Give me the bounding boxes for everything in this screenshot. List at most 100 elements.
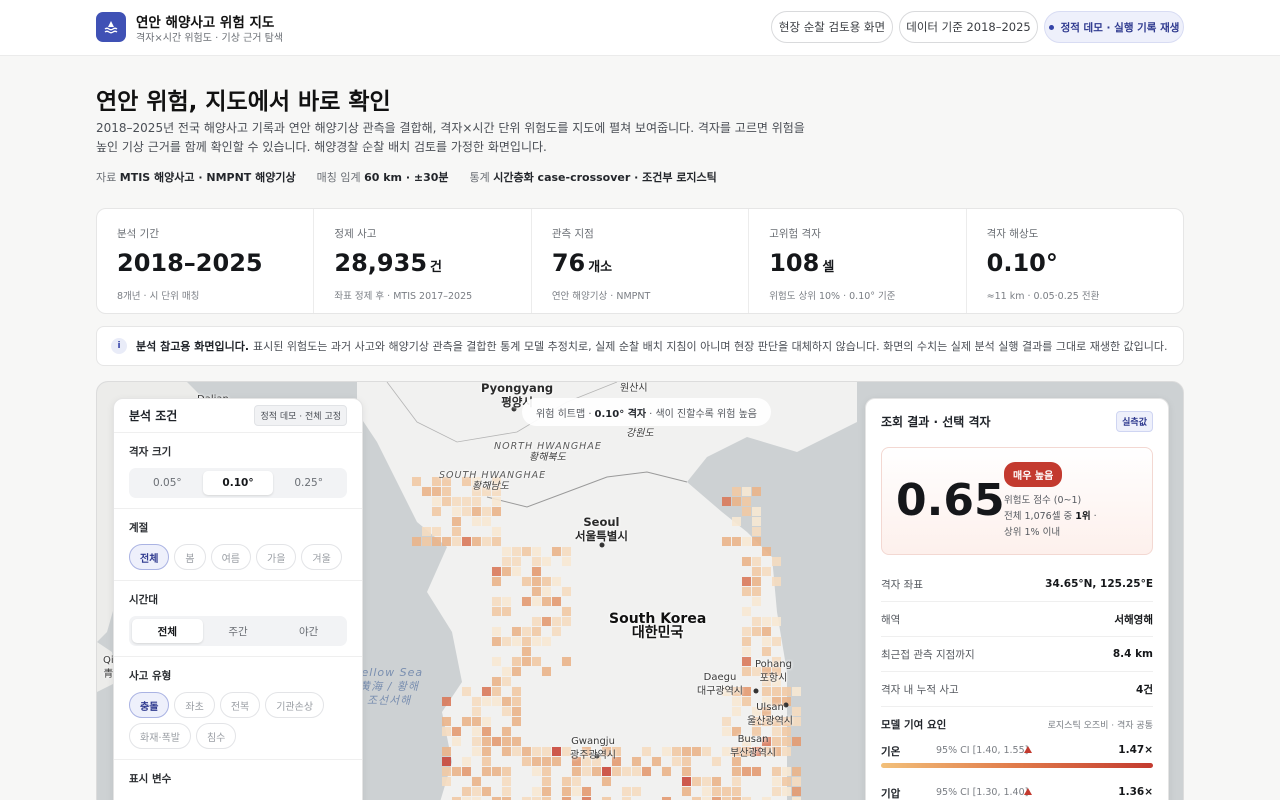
heat-cell[interactable] bbox=[502, 567, 511, 576]
heat-cell[interactable] bbox=[492, 687, 501, 696]
heat-cell[interactable] bbox=[562, 777, 571, 786]
heat-cell[interactable] bbox=[752, 487, 761, 496]
heat-cell[interactable] bbox=[682, 767, 691, 776]
heat-cell[interactable] bbox=[522, 637, 531, 646]
heat-cell[interactable] bbox=[522, 757, 531, 766]
grid-size-option-selected[interactable]: 0.10° bbox=[202, 471, 274, 495]
season-chip-selected[interactable]: 전체 bbox=[129, 544, 170, 570]
heat-cell[interactable] bbox=[532, 637, 541, 646]
heat-cell[interactable] bbox=[792, 767, 801, 776]
heat-cell[interactable] bbox=[632, 767, 641, 776]
heat-cell[interactable] bbox=[752, 557, 761, 566]
heat-cell[interactable] bbox=[532, 767, 541, 776]
heat-cell[interactable] bbox=[502, 607, 511, 616]
heat-cell[interactable] bbox=[772, 637, 781, 646]
grid-size-option[interactable]: 0.25° bbox=[273, 471, 344, 495]
heat-cell[interactable] bbox=[532, 587, 541, 596]
heat-cell[interactable] bbox=[552, 627, 561, 636]
heat-cell[interactable] bbox=[752, 567, 761, 576]
heat-cell[interactable] bbox=[532, 657, 541, 666]
heat-cell[interactable] bbox=[532, 627, 541, 636]
heat-cell[interactable] bbox=[722, 717, 731, 726]
heat-cell[interactable] bbox=[462, 757, 471, 766]
heat-cell[interactable] bbox=[702, 747, 711, 756]
heat-cell[interactable] bbox=[792, 707, 801, 716]
heat-cell[interactable] bbox=[712, 777, 721, 786]
heat-cell[interactable] bbox=[492, 677, 501, 686]
heat-cell[interactable] bbox=[482, 737, 491, 746]
heat-cell[interactable] bbox=[622, 767, 631, 776]
heat-cell[interactable] bbox=[522, 747, 531, 756]
heat-cell[interactable] bbox=[612, 767, 621, 776]
season-chip[interactable]: 가을 bbox=[256, 544, 297, 570]
heat-cell[interactable] bbox=[472, 787, 481, 796]
heat-cell[interactable] bbox=[712, 757, 721, 766]
heat-cell[interactable] bbox=[532, 557, 541, 566]
heat-cell[interactable] bbox=[512, 567, 521, 576]
heat-cell[interactable] bbox=[482, 787, 491, 796]
heat-cell[interactable] bbox=[492, 637, 501, 646]
heat-cell[interactable] bbox=[472, 737, 481, 746]
heat-cell[interactable] bbox=[782, 747, 791, 756]
heat-cell[interactable] bbox=[522, 657, 531, 666]
heat-cell[interactable] bbox=[532, 577, 541, 586]
heat-cell[interactable] bbox=[432, 497, 441, 506]
heat-cell[interactable] bbox=[752, 617, 761, 626]
heat-cell[interactable] bbox=[512, 747, 521, 756]
heat-cell[interactable] bbox=[562, 547, 571, 556]
heat-cell[interactable] bbox=[742, 577, 751, 586]
heat-cell[interactable] bbox=[792, 687, 801, 696]
heat-cell[interactable] bbox=[452, 517, 461, 526]
heat-cell[interactable] bbox=[452, 497, 461, 506]
heat-cell[interactable] bbox=[562, 617, 571, 626]
heat-cell[interactable] bbox=[492, 577, 501, 586]
heat-cell[interactable] bbox=[552, 747, 561, 756]
heat-cell[interactable] bbox=[562, 557, 571, 566]
heat-cell[interactable] bbox=[502, 697, 511, 706]
heat-cell[interactable] bbox=[452, 537, 461, 546]
heat-cell[interactable] bbox=[662, 747, 671, 756]
heat-cell[interactable] bbox=[492, 537, 501, 546]
heat-cell[interactable] bbox=[482, 717, 491, 726]
heat-cell[interactable] bbox=[702, 777, 711, 786]
heat-cell[interactable] bbox=[502, 737, 511, 746]
accident-type-chip[interactable]: 전복 bbox=[219, 692, 261, 718]
heat-cell[interactable] bbox=[432, 527, 441, 536]
heat-cell[interactable] bbox=[752, 577, 761, 586]
heat-cell[interactable] bbox=[532, 597, 541, 606]
heat-cell[interactable] bbox=[772, 767, 781, 776]
heat-cell[interactable] bbox=[772, 787, 781, 796]
heat-cell[interactable] bbox=[482, 767, 491, 776]
heat-cell[interactable] bbox=[472, 777, 481, 786]
heat-cell[interactable] bbox=[752, 507, 761, 516]
heat-cell[interactable] bbox=[542, 587, 551, 596]
heat-cell[interactable] bbox=[682, 747, 691, 756]
heat-cell[interactable] bbox=[492, 507, 501, 516]
heat-cell[interactable] bbox=[552, 757, 561, 766]
field-review-button[interactable]: 현장 순찰 검토용 화면 bbox=[771, 11, 893, 43]
heat-cell[interactable] bbox=[462, 767, 471, 776]
time-option[interactable]: 주간 bbox=[203, 619, 274, 643]
heat-cell[interactable] bbox=[542, 757, 551, 766]
heat-cell[interactable] bbox=[742, 607, 751, 616]
heat-cell[interactable] bbox=[472, 717, 481, 726]
heat-cell[interactable] bbox=[542, 557, 551, 566]
heat-cell[interactable] bbox=[782, 737, 791, 746]
heat-cell[interactable] bbox=[762, 647, 771, 656]
heat-cell[interactable] bbox=[562, 787, 571, 796]
heat-cell[interactable] bbox=[572, 767, 581, 776]
heat-cell[interactable] bbox=[452, 737, 461, 746]
heat-cell[interactable] bbox=[772, 557, 781, 566]
heat-cell[interactable] bbox=[492, 697, 501, 706]
heat-cell[interactable] bbox=[742, 687, 751, 696]
heat-cell[interactable] bbox=[742, 487, 751, 496]
heat-cell[interactable] bbox=[792, 717, 801, 726]
heat-cell[interactable] bbox=[482, 697, 491, 706]
heat-cell[interactable] bbox=[752, 627, 761, 636]
heat-cell[interactable] bbox=[512, 557, 521, 566]
heat-cell[interactable] bbox=[742, 557, 751, 566]
heat-cell[interactable] bbox=[472, 507, 481, 516]
heat-cell[interactable] bbox=[502, 767, 511, 776]
heat-cell[interactable] bbox=[512, 547, 521, 556]
heat-cell[interactable] bbox=[512, 717, 521, 726]
